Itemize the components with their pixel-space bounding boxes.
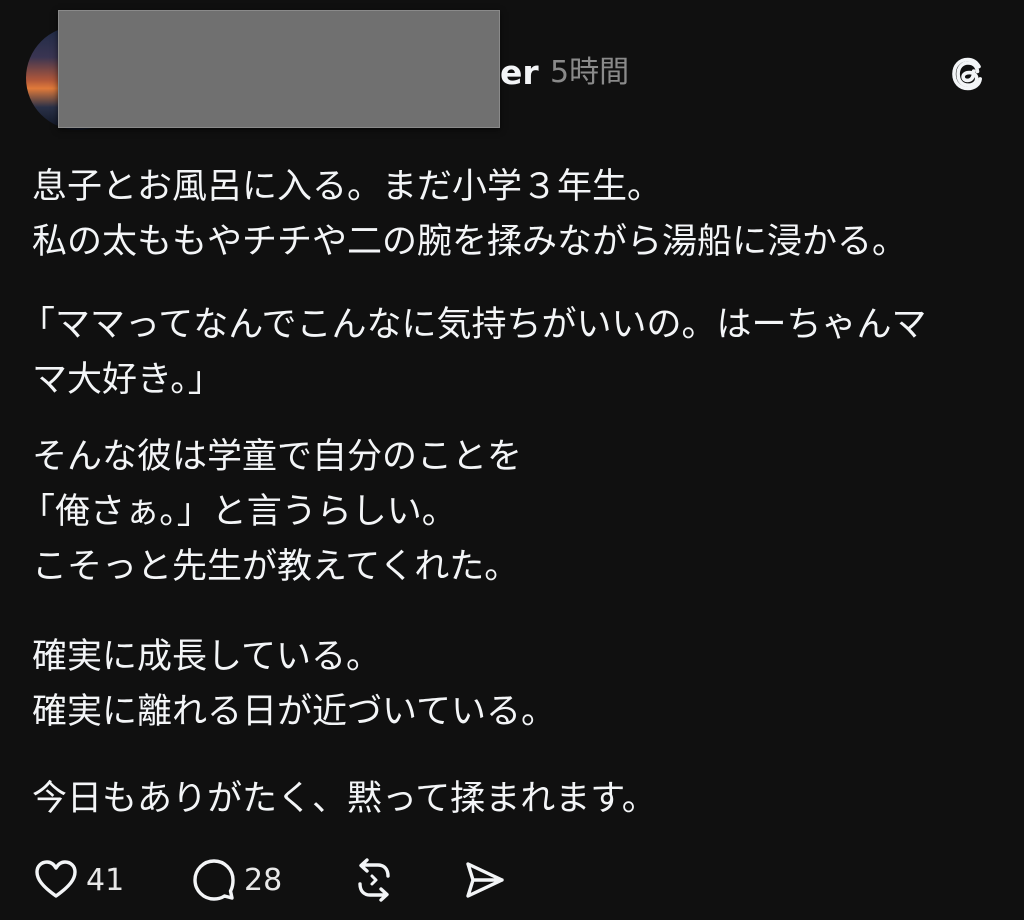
post-text-line: 私の太ももやチチや二の腕を揉みながら湯船に浸かる。 [32, 222, 908, 262]
post-paragraph-1: 息子とお風呂に入る。まだ小学３年生。 私の太ももやチチや二の腕を揉みながら湯船に… [32, 160, 907, 270]
post-text-line: 今日もありがたく、黙って揉まれます。 [32, 779, 657, 819]
reply-count: 28 [244, 862, 283, 898]
send-icon [466, 862, 504, 898]
post-text-line: 「ママってなんでこんなに気持ちがいいの。はーちゃんマ [20, 305, 927, 345]
post-paragraph-4: 確実に成長している。 確実に離れる日が近づいている。 [32, 630, 556, 740]
post-text-line: こそっと先生が教えてくれた。 [32, 547, 520, 587]
post-actions-bar: 41 28 [0, 850, 1024, 910]
post-paragraph-2: 「ママってなんでこんなに気持ちがいいの。はーちゃんマ マ大好き。」 [20, 298, 927, 408]
post-text-line: 確実に成長している。 [32, 637, 381, 677]
like-button[interactable]: 41 [32, 850, 124, 910]
comment-icon [193, 859, 235, 901]
post-text-line: 確実に離れる日が近づいている。 [32, 692, 556, 732]
post-text-line: 「俺さぁ。」と言うらしい。 [20, 492, 457, 532]
post-paragraph-5: 今日もありがたく、黙って揉まれます。 [32, 772, 657, 827]
heart-icon [35, 860, 77, 898]
repost-icon [358, 858, 390, 902]
reply-button[interactable]: 28 [190, 850, 282, 910]
like-count: 41 [86, 862, 125, 898]
post-header: er 5時間 [0, 0, 1024, 140]
post-text-line: そんな彼は学童で自分のことを [32, 437, 523, 477]
threads-logo-icon[interactable] [944, 50, 992, 98]
redacted-username-block [58, 10, 500, 128]
post-text-line: 息子とお風呂に入る。まだ小学３年生。 [32, 167, 663, 207]
share-button[interactable] [460, 850, 508, 910]
post-text-line: マ大好き。」 [32, 360, 223, 400]
post-paragraph-3: そんな彼は学童で自分のことを 「俺さぁ。」と言うらしい。 こそっと先生が教えてく… [20, 430, 522, 595]
username[interactable]: er [500, 53, 539, 93]
repost-button[interactable] [350, 850, 398, 910]
post-timestamp: 5時間 [550, 55, 630, 90]
